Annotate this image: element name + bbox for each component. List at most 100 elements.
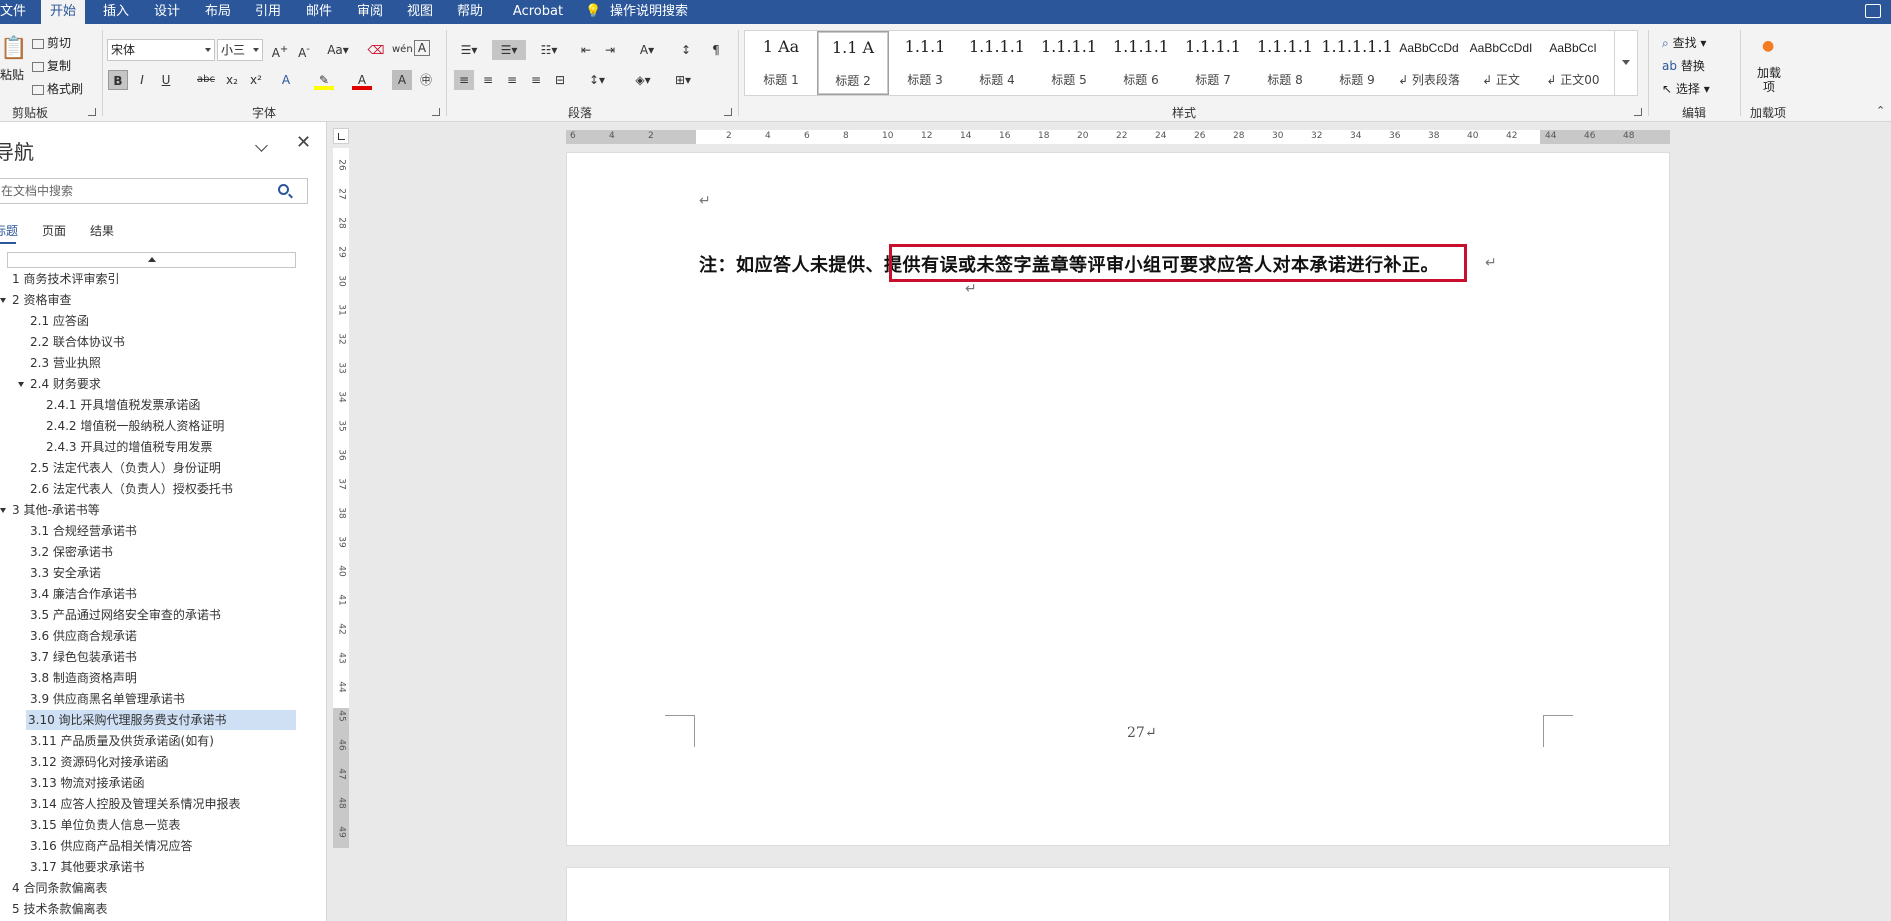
gallery-more-button[interactable] <box>1614 30 1636 96</box>
style-item[interactable]: 1.1.1.1 标题 8 <box>1249 31 1321 95</box>
search-icon[interactable] <box>278 184 289 195</box>
nav-heading-item[interactable]: 2.1 应答函 <box>28 311 89 331</box>
style-item[interactable]: 1.1 A 标题 2 <box>817 31 889 95</box>
paste-icon[interactable]: 📋 <box>0 36 27 61</box>
text-effects-icon[interactable]: A <box>276 70 296 90</box>
style-item[interactable]: 1 Aa 标题 1 <box>745 31 817 95</box>
sort-icon[interactable]: ↕ <box>676 40 696 60</box>
addin-icon[interactable]: ● <box>1762 38 1774 54</box>
font-launcher-icon[interactable] <box>432 108 440 116</box>
clear-format-icon[interactable]: ⌫ <box>366 40 386 60</box>
paste-button[interactable]: 粘贴 <box>0 66 24 83</box>
tab-help[interactable]: 帮助 <box>455 0 485 24</box>
multilevel-list-icon[interactable]: ☷▾ <box>534 40 564 60</box>
nav-heading-item[interactable]: 2.4.1 开具增值税发票承诺函 <box>44 395 200 415</box>
underline-button[interactable]: U <box>156 70 176 90</box>
nav-heading-item[interactable]: 3.12 资源码化对接承诺函 <box>28 752 169 772</box>
bold-button[interactable]: B <box>108 70 128 90</box>
nav-heading-item[interactable]: 3.5 产品通过网络安全审查的承诺书 <box>28 605 221 625</box>
nav-heading-item[interactable]: 3 其他-承诺书等 <box>10 500 100 520</box>
enclose-char-icon[interactable]: ㊥ <box>416 70 436 90</box>
style-item[interactable]: AaBbCcI ↲ 正文00 <box>1537 31 1609 95</box>
tab-mailings[interactable]: 邮件 <box>304 0 334 24</box>
decrease-indent-icon[interactable]: ⇤ <box>576 40 596 60</box>
style-item[interactable]: 1.1.1.1.1 标题 9 <box>1321 31 1393 95</box>
tab-home[interactable]: 开始 <box>41 0 85 24</box>
addins-button[interactable]: 加载项 <box>1754 66 1784 94</box>
nav-heading-item[interactable]: 3.14 应答人控股及管理关系情况申报表 <box>28 794 241 814</box>
borders-icon[interactable]: ⊞▾ <box>668 70 698 90</box>
tab-references[interactable]: 引用 <box>253 0 283 24</box>
cut-button[interactable]: 剪切 <box>32 34 71 51</box>
nav-heading-item[interactable]: 2.2 联合体协议书 <box>28 332 125 352</box>
nav-heading-item[interactable]: 3.11 产品质量及供货承诺函(如有) <box>28 731 214 751</box>
copy-button[interactable]: 复制 <box>32 57 71 74</box>
expand-caret-icon[interactable] <box>0 298 6 303</box>
tab-file[interactable]: 文件 <box>0 0 26 24</box>
italic-button[interactable]: I <box>132 70 152 90</box>
nav-heading-item[interactable]: 3.6 供应商合规承诺 <box>28 626 137 646</box>
font-size-select[interactable]: 小三 <box>217 39 263 61</box>
nav-heading-item[interactable]: 2.4.2 增值税一般纳税人资格证明 <box>44 416 224 436</box>
style-item[interactable]: AaBbCcDd ↲ 列表段落 <box>1393 31 1465 95</box>
chinese-layout-icon[interactable]: A▾ <box>632 40 662 60</box>
shading-icon[interactable]: ◈▾ <box>628 70 658 90</box>
style-item[interactable]: 1.1.1.1 标题 5 <box>1033 31 1105 95</box>
tab-view[interactable]: 视图 <box>405 0 435 24</box>
tab-pages[interactable]: 页面 <box>42 222 66 239</box>
tab-review[interactable]: 审阅 <box>355 0 385 24</box>
nav-heading-item[interactable]: 2.5 法定代表人（负责人）身份证明 <box>28 458 221 478</box>
justify-icon[interactable]: ≡ <box>526 70 546 90</box>
chevron-down-icon[interactable] <box>256 140 268 152</box>
nav-heading-item[interactable]: 3.13 物流对接承诺函 <box>28 773 145 793</box>
nav-heading-item[interactable]: 4 合同条款偏离表 <box>10 878 107 898</box>
tab-selector[interactable] <box>333 128 349 144</box>
tab-headings[interactable]: 标题 <box>0 222 18 239</box>
nav-heading-item[interactable]: 3.3 安全承诺 <box>28 563 101 583</box>
expand-caret-icon[interactable] <box>0 508 6 513</box>
align-center-icon[interactable]: ≡ <box>478 70 498 90</box>
tab-results[interactable]: 结果 <box>90 222 114 239</box>
nav-heading-item[interactable]: 3.17 其他要求承诺书 <box>28 857 145 877</box>
tab-acrobat[interactable]: Acrobat <box>508 0 568 24</box>
nav-heading-item[interactable]: 3.10 询比采购代理服务费支付承诺书 <box>26 710 296 730</box>
nav-heading-item[interactable]: 2 资格审查 <box>10 290 71 310</box>
tab-design[interactable]: 设计 <box>152 0 182 24</box>
nav-heading-item[interactable]: 3.2 保密承诺书 <box>28 542 113 562</box>
font-name-select[interactable]: 宋体 <box>107 39 215 61</box>
comment-icon[interactable] <box>1865 4 1881 18</box>
grow-font-button[interactable]: A+ <box>270 40 290 60</box>
show-marks-icon[interactable]: ¶ <box>706 40 726 60</box>
nav-heading-item[interactable]: 3.8 制造商资格声明 <box>28 668 137 688</box>
increase-indent-icon[interactable]: ⇥ <box>600 40 620 60</box>
nav-heading-item[interactable]: 2.3 营业执照 <box>28 353 101 373</box>
replace-button[interactable]: ab 替换 <box>1662 57 1705 74</box>
expand-caret-icon[interactable] <box>18 382 24 387</box>
nav-heading-item[interactable]: 5 技术条款偏离表 <box>10 899 107 919</box>
nav-heading-item[interactable]: 3.7 绿色包装承诺书 <box>28 647 137 667</box>
paragraph-launcher-icon[interactable] <box>724 108 732 116</box>
char-border-icon[interactable]: A <box>414 40 430 56</box>
style-item[interactable]: 1.1.1.1 标题 6 <box>1105 31 1177 95</box>
nav-heading-item[interactable]: 1 商务技术评审索引 <box>10 269 119 289</box>
line-spacing-icon[interactable]: ↕▾ <box>582 70 612 90</box>
tab-insert[interactable]: 插入 <box>101 0 131 24</box>
distributed-icon[interactable]: ⊟ <box>550 70 570 90</box>
tell-me-search[interactable]: 操作说明搜索 <box>610 0 720 24</box>
change-case-button[interactable]: Aa▾ <box>324 40 352 60</box>
align-left-icon[interactable]: ≡ <box>454 70 474 90</box>
clipboard-launcher-icon[interactable] <box>88 108 96 116</box>
document-page[interactable]: ↵ 注：如应答人未提供、提供有误或未签字盖章等评审小组可要求应答人对本承诺进行补… <box>566 152 1670 846</box>
nav-heading-item[interactable]: 2.4.3 开具过的增值税专用发票 <box>44 437 212 457</box>
style-item[interactable]: AaBbCcDdI ↲ 正文 <box>1465 31 1537 95</box>
shrink-font-button[interactable]: A- <box>294 40 314 60</box>
nav-heading-item[interactable]: 3.9 供应商黑名单管理承诺书 <box>28 689 185 709</box>
document-page-next[interactable] <box>566 867 1670 921</box>
nav-heading-item[interactable]: 3.15 单位负责人信息一览表 <box>28 815 181 835</box>
char-shading-icon[interactable]: A <box>392 70 412 90</box>
nav-heading-item[interactable]: 3.4 廉洁合作承诺书 <box>28 584 137 604</box>
phonetic-guide-icon[interactable]: wén <box>392 40 413 60</box>
style-item[interactable]: 1.1.1 标题 3 <box>889 31 961 95</box>
nav-heading-item[interactable]: 3.1 合规经营承诺书 <box>28 521 137 541</box>
align-right-icon[interactable]: ≡ <box>502 70 522 90</box>
